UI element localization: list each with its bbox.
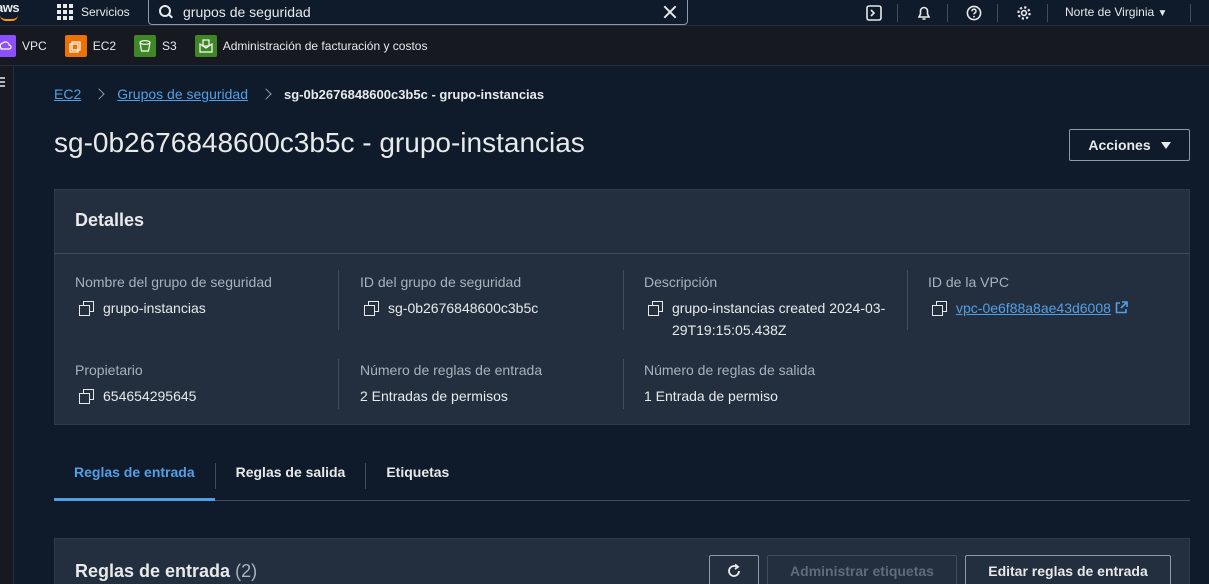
favorite-ec2[interactable]: EC2 [64, 34, 117, 57]
favorite-label: VPC [22, 38, 47, 53]
clear-search-icon[interactable] [663, 5, 677, 19]
main-content: EC2 Grupos de seguridad sg-0b2676848600c… [14, 66, 1209, 584]
region-selector[interactable]: Norte de Virginia ▼ [1065, 5, 1167, 19]
page-title: sg-0b2676848600c3b5c - grupo-instancias [54, 127, 585, 158]
services-menu-button[interactable]: Servicios [57, 4, 130, 20]
detail-label: Nombre del grupo de seguridad [75, 274, 272, 290]
external-link-icon[interactable] [1115, 301, 1128, 314]
detail-value: 654654295645 [103, 388, 197, 404]
favorite-label: S3 [162, 38, 177, 53]
manage-tags-button[interactable]: Administrar etiquetas [767, 555, 957, 584]
detail-label: ID de la VPC [928, 274, 1009, 290]
billing-service-icon [194, 34, 217, 57]
detail-outbound-count: Número de reglas de salida 1 Entrada de … [644, 362, 904, 407]
inbound-rules-count: (2) [235, 561, 258, 581]
favorite-label: EC2 [92, 38, 117, 53]
apps-grid-icon [57, 4, 73, 20]
refresh-button[interactable] [709, 555, 759, 584]
detail-inbound-count: Número de reglas de entrada 2 Entradas d… [360, 362, 620, 407]
inbound-rules-heading: Reglas de entrada (2) [75, 561, 257, 582]
favorite-s3[interactable]: S3 [134, 34, 177, 57]
menu-icon[interactable] [0, 76, 7, 88]
breadcrumb-current: sg-0b2676848600c3b5c - grupo-instancias [284, 86, 545, 102]
detail-sg-id: ID del grupo de seguridad sg-0b267684860… [360, 274, 620, 319]
aws-logo-text: aws [0, 0, 20, 15]
favorite-billing[interactable]: Administración de facturación y costos [194, 34, 428, 57]
chevron-right-icon [93, 88, 105, 100]
inbound-rules-title: Reglas de entrada [75, 561, 231, 581]
inbound-rules-panel: Reglas de entrada (2) Administrar etique… [54, 538, 1190, 584]
detail-vpc-id: ID de la VPC vpc-0e6f88a8ae43d6008 [928, 274, 1188, 319]
caret-down-icon [1160, 141, 1171, 149]
detail-label: Propietario [75, 362, 143, 378]
detail-value: sg-0b2676848600c3b5c [388, 300, 539, 316]
detail-description: Descripción grupo-instancias created 202… [644, 274, 889, 341]
detail-label: Número de reglas de salida [644, 362, 816, 378]
vpc-service-icon [0, 34, 16, 57]
breadcrumb-security-groups[interactable]: Grupos de seguridad [117, 86, 248, 102]
aws-logo[interactable]: aws [0, 0, 20, 21]
copy-icon[interactable] [648, 301, 663, 316]
tab-inbound-rules[interactable]: Reglas de entrada [54, 450, 215, 501]
detail-sg-name: Nombre del grupo de seguridad grupo-inst… [75, 274, 335, 319]
detail-value: 2 Entradas de permisos [360, 388, 508, 404]
copy-icon[interactable] [79, 301, 94, 316]
details-panel: Detalles Nombre del grupo de seguridad g… [54, 189, 1190, 425]
caret-down-icon: ▼ [1157, 8, 1168, 19]
chevron-right-icon [260, 88, 272, 100]
search-input[interactable]: grupos de seguridad [183, 4, 663, 20]
actions-button[interactable]: Acciones [1069, 129, 1190, 161]
detail-value: grupo-instancias [103, 300, 206, 316]
tab-bar: Reglas de entrada Reglas de salida Etiqu… [54, 450, 1190, 501]
copy-icon[interactable] [364, 301, 379, 316]
settings-gear-icon[interactable] [1014, 3, 1034, 23]
s3-bucket-icon [134, 34, 157, 57]
side-navigation-rail[interactable] [0, 66, 14, 584]
tab-tags[interactable]: Etiquetas [366, 450, 469, 500]
tab-outbound-rules[interactable]: Reglas de salida [216, 450, 366, 500]
favorite-vpc[interactable]: VPC [0, 34, 47, 57]
vpc-id-link[interactable]: vpc-0e6f88a8ae43d6008 [956, 300, 1111, 316]
detail-label: Descripción [644, 274, 718, 290]
detail-label: ID del grupo de seguridad [360, 274, 522, 290]
search-bar[interactable]: grupos de seguridad [148, 0, 688, 25]
detail-label: Número de reglas de entrada [360, 362, 543, 378]
search-icon [159, 4, 173, 19]
top-navigation: aws Servicios grupos de seguridad Norte … [0, 0, 1209, 26]
actions-label: Acciones [1088, 137, 1151, 153]
copy-icon[interactable] [79, 389, 94, 404]
copy-icon[interactable] [932, 301, 947, 316]
cloudshell-icon[interactable] [864, 3, 884, 23]
ec2-service-icon [64, 34, 87, 57]
detail-value: 1 Entrada de permiso [644, 388, 778, 404]
refresh-icon [728, 563, 740, 577]
detail-value: grupo-instancias created 2024-03-29T19:1… [672, 300, 886, 338]
region-label: Norte de Virginia [1065, 5, 1155, 19]
breadcrumb-ec2[interactable]: EC2 [54, 86, 81, 102]
help-icon[interactable] [964, 3, 984, 23]
edit-inbound-rules-button[interactable]: Editar reglas de entrada [965, 555, 1171, 584]
favorites-bar: VPC EC2 S3 Administración de facturación… [0, 26, 1209, 66]
breadcrumb: EC2 Grupos de seguridad sg-0b2676848600c… [54, 86, 544, 102]
detail-owner: Propietario 654654295645 [75, 362, 335, 407]
favorite-label: Administración de facturación y costos [222, 38, 428, 53]
details-heading: Detalles [55, 190, 1189, 254]
services-label: Servicios [81, 5, 130, 19]
notifications-bell-icon[interactable] [914, 3, 934, 23]
